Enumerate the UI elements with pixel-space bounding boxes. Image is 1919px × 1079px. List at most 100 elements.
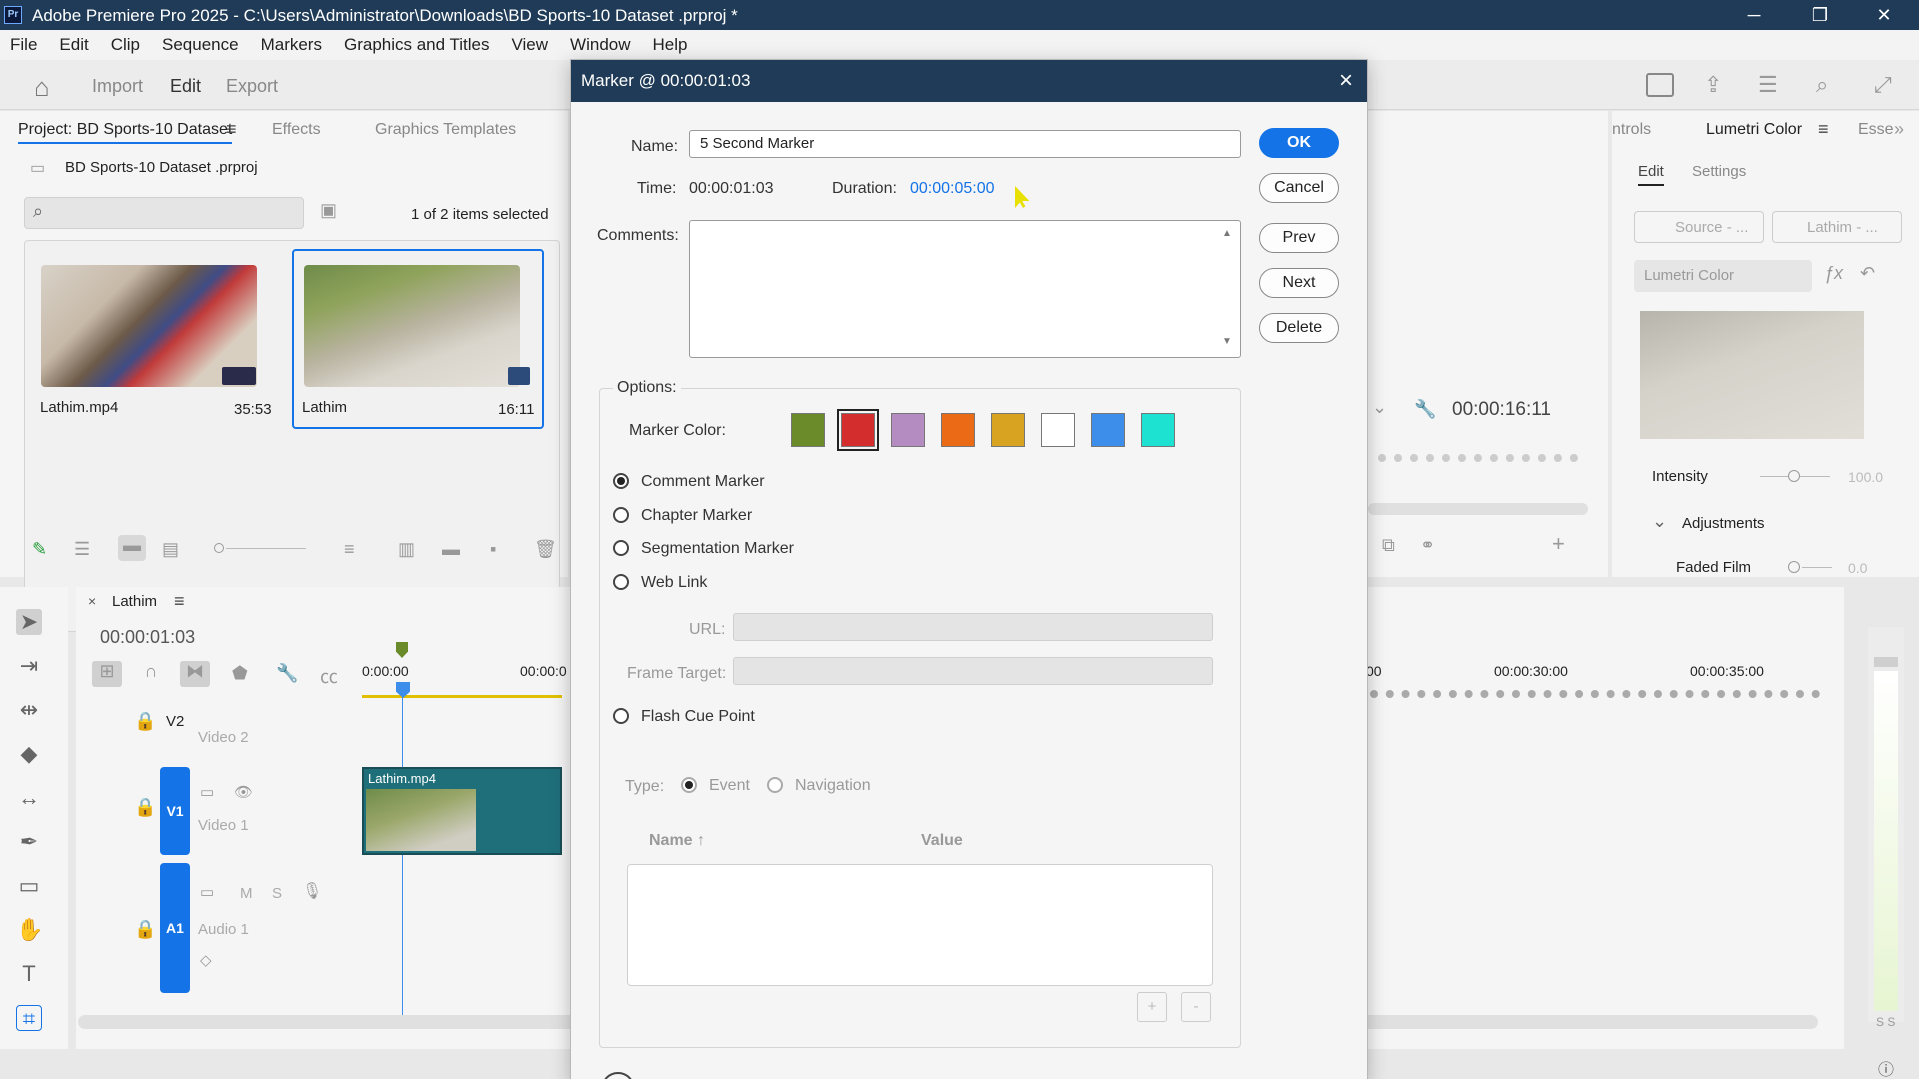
toggle-sync-lock-icon[interactable]: ▭: [200, 783, 214, 801]
freeform-view-icon[interactable]: ▤: [162, 539, 179, 560]
mute-button[interactable]: M: [240, 885, 253, 902]
subtab-edit[interactable]: Edit: [1638, 163, 1664, 186]
monitor-scrollbar[interactable]: [1368, 503, 1588, 515]
close-sequence-icon[interactable]: ×: [88, 593, 96, 609]
tab-effect-controls[interactable]: ntrols: [1612, 121, 1651, 138]
color-swatch-blue[interactable]: [1091, 413, 1125, 447]
color-swatch-green[interactable]: [791, 413, 825, 447]
reset-icon[interactable]: ↶: [1860, 263, 1875, 284]
track-select-tool-icon[interactable]: ⇥: [16, 653, 42, 679]
source-dropdown[interactable]: Source - ...: [1634, 211, 1764, 243]
marker-name-input[interactable]: 5 Second Marker: [689, 130, 1241, 158]
info-icon[interactable]: ⓘ: [1878, 1056, 1894, 1079]
keyframe-icon[interactable]: ◇: [200, 951, 212, 969]
menu-window[interactable]: Window: [570, 35, 630, 55]
effect-dropdown[interactable]: Lumetri Color: [1634, 260, 1812, 292]
pencil-icon[interactable]: ✎: [32, 539, 47, 560]
fx-icon[interactable]: ƒx: [1824, 263, 1843, 284]
frame-target-input[interactable]: [733, 657, 1213, 685]
icon-view-icon[interactable]: ▬: [118, 535, 146, 561]
cancel-button[interactable]: Cancel: [1259, 173, 1339, 203]
scroll-down-icon[interactable]: ▼: [1222, 336, 1232, 347]
url-input[interactable]: [733, 613, 1213, 641]
tab-effects[interactable]: Effects: [272, 121, 321, 138]
name-column-header[interactable]: Name ↑: [649, 832, 705, 850]
clip-dropdown[interactable]: Lathim - ...: [1772, 211, 1902, 243]
menu-clip[interactable]: Clip: [111, 35, 140, 55]
tab-graphics-templates[interactable]: Graphics Templates: [375, 121, 516, 138]
adjustments-section[interactable]: Adjustments: [1682, 515, 1765, 532]
pen-tool-icon[interactable]: ✒: [16, 829, 42, 855]
linked-selection-icon[interactable]: ⧓: [180, 661, 210, 687]
segmentation-marker-label[interactable]: Segmentation Marker: [641, 540, 794, 558]
slip-tool-icon[interactable]: ↔: [16, 785, 42, 811]
import-tab[interactable]: Import: [92, 76, 143, 97]
radio-flash-cue-point[interactable]: [613, 708, 629, 724]
remove-parameter-button[interactable]: -: [1181, 992, 1211, 1022]
add-marker-icon[interactable]: ⬟: [232, 663, 248, 684]
timeline-clip[interactable]: Lathim.mp4: [362, 767, 562, 855]
color-swatch-red[interactable]: [837, 409, 879, 451]
proxy-icon[interactable]: ⚭: [1420, 535, 1435, 556]
toggle-sync-lock-icon[interactable]: ▭: [200, 883, 214, 901]
nest-icon[interactable]: ⊞: [92, 661, 122, 687]
marker-flag-icon[interactable]: [396, 642, 408, 658]
sequence-tab[interactable]: Lathim: [112, 593, 157, 610]
comments-textarea[interactable]: [689, 220, 1241, 358]
project-item-selected[interactable]: Lathim 16:11: [292, 249, 544, 429]
color-swatch-white[interactable]: [1041, 413, 1075, 447]
menu-markers[interactable]: Markers: [261, 35, 322, 55]
project-item[interactable]: Lathim.mp4 35:53: [34, 251, 274, 431]
type-tool-icon[interactable]: T: [16, 961, 42, 987]
color-swatch-orange[interactable]: [941, 413, 975, 447]
menu-help[interactable]: Help: [653, 35, 688, 55]
zoom-slider-track[interactable]: [226, 548, 306, 549]
value-column-header[interactable]: Value: [921, 832, 963, 850]
sort-icon[interactable]: ≡: [344, 539, 355, 560]
list-view-icon[interactable]: ☰: [74, 539, 90, 560]
web-link-label[interactable]: Web Link: [641, 574, 707, 592]
radio-segmentation-marker[interactable]: [613, 540, 629, 556]
home-icon[interactable]: ⌂: [34, 72, 50, 103]
delete-button[interactable]: Delete: [1259, 313, 1339, 343]
faded-film-slider[interactable]: [1802, 567, 1832, 568]
timeline-settings-icon[interactable]: 🔧: [276, 663, 298, 684]
automate-to-sequence-icon[interactable]: ▥: [398, 539, 415, 560]
help-icon[interactable]: [601, 1072, 635, 1079]
lock-icon[interactable]: 🔒: [134, 797, 156, 818]
panel-overflow-icon[interactable]: »: [1894, 119, 1904, 140]
menu-view[interactable]: View: [512, 35, 549, 55]
new-bin-icon[interactable]: ▬: [442, 539, 460, 560]
prev-button[interactable]: Prev: [1259, 223, 1339, 253]
project-menu-icon[interactable]: ≡: [226, 119, 237, 140]
close-window-button[interactable]: ✕: [1856, 2, 1912, 28]
trash-icon[interactable]: 🗑: [534, 539, 557, 560]
workspaces-menu-icon[interactable]: ☰: [1758, 72, 1778, 98]
subtab-settings[interactable]: Settings: [1692, 163, 1746, 180]
restore-button[interactable]: ❐: [1792, 2, 1848, 28]
multi-camera-tool-icon[interactable]: ⌗: [16, 1005, 42, 1031]
color-swatch-violet[interactable]: [891, 413, 925, 447]
close-icon[interactable]: ×: [1339, 67, 1353, 95]
hand-tool-icon[interactable]: ✋: [16, 917, 43, 943]
settings-wrench-icon[interactable]: 🔧: [1414, 399, 1436, 420]
lock-icon[interactable]: 🔒: [134, 919, 156, 940]
search-help-icon[interactable]: ⌕: [1816, 72, 1828, 98]
radio-comment-marker[interactable]: [613, 473, 629, 489]
duration-value[interactable]: 00:00:05:00: [910, 180, 995, 198]
edit-tab[interactable]: Edit: [170, 76, 201, 97]
share-icon[interactable]: ⇪: [1704, 72, 1722, 98]
tab-essential[interactable]: Esse: [1858, 121, 1894, 138]
new-item-icon[interactable]: ▪: [490, 539, 496, 560]
color-swatch-yellow[interactable]: [991, 413, 1025, 447]
search-input[interactable]: ⌕: [24, 197, 304, 229]
intensity-value[interactable]: 100.0: [1848, 469, 1883, 485]
lumetri-menu-icon[interactable]: ≡: [1818, 119, 1829, 140]
work-area-bar[interactable]: [362, 695, 562, 698]
playhead-timecode[interactable]: 00:00:01:03: [100, 627, 195, 648]
razor-tool-icon[interactable]: ◆: [16, 741, 42, 767]
zoom-slider-handle[interactable]: [214, 543, 224, 553]
compare-view-icon[interactable]: ⧉: [1382, 535, 1395, 556]
radio-navigation[interactable]: [767, 777, 783, 793]
solo-button[interactable]: S: [272, 885, 282, 902]
